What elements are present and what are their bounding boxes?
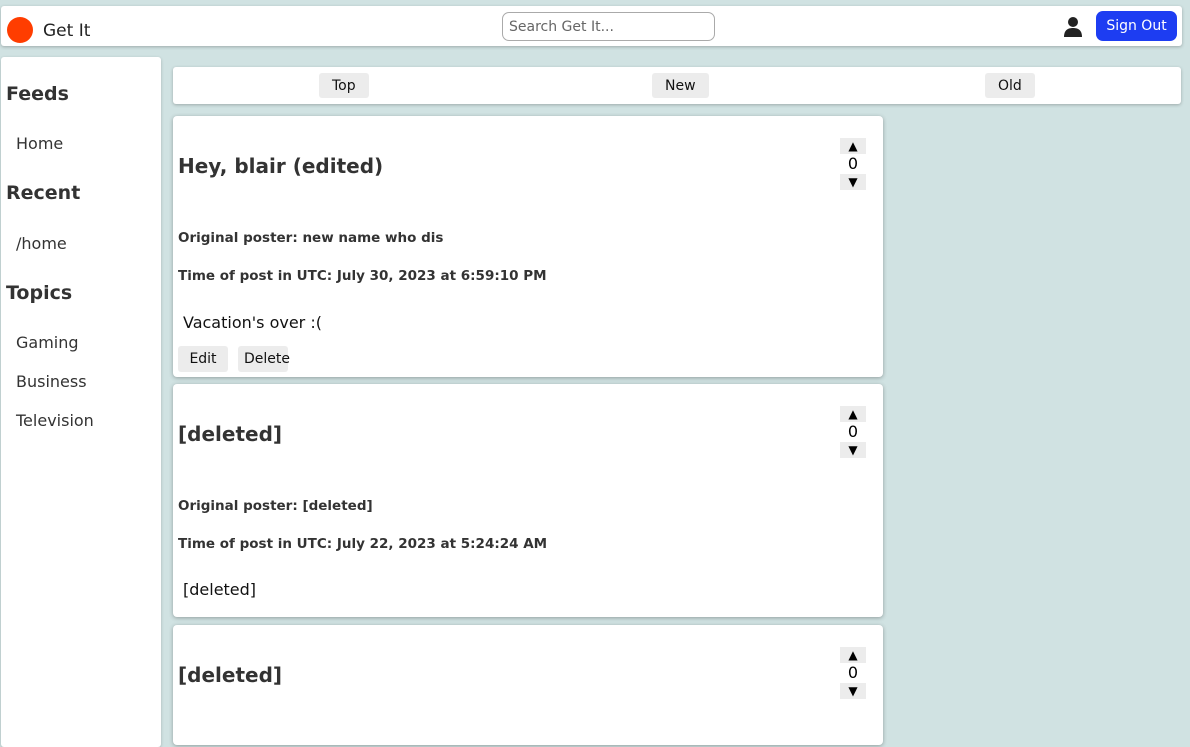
sort-top-button[interactable]: Top bbox=[319, 73, 369, 98]
sidebar-item-home[interactable]: Home bbox=[16, 134, 63, 153]
post-author: Original poster: new name who dis bbox=[178, 230, 444, 246]
post-title[interactable]: [deleted] bbox=[178, 422, 282, 446]
search-input[interactable] bbox=[502, 12, 715, 41]
sort-bar: Top New Old bbox=[173, 67, 1181, 104]
post-card: [deleted] ▲ 0 ▼ bbox=[173, 625, 883, 745]
user-icon[interactable] bbox=[1063, 16, 1083, 38]
logo-icon[interactable] bbox=[7, 17, 33, 43]
recent-heading: Recent bbox=[6, 182, 81, 204]
vote-count: 0 bbox=[847, 154, 859, 173]
post-body: Vacation's over :( bbox=[183, 313, 322, 332]
delete-button[interactable]: Delete bbox=[238, 346, 290, 372]
sidebar-item-television[interactable]: Television bbox=[16, 411, 94, 430]
topics-heading: Topics bbox=[6, 282, 73, 304]
post-timestamp: Time of post in UTC: July 22, 2023 at 5:… bbox=[178, 536, 548, 552]
edit-button[interactable]: Edit bbox=[178, 346, 228, 372]
upvote-button[interactable]: ▲ bbox=[840, 647, 866, 663]
post-timestamp: Time of post in UTC: July 30, 2023 at 6:… bbox=[178, 268, 547, 284]
vote-widget: ▲ 0 ▼ bbox=[840, 647, 866, 699]
feeds-heading: Feeds bbox=[6, 83, 69, 105]
downvote-button[interactable]: ▼ bbox=[840, 442, 866, 458]
sidebar-item-business[interactable]: Business bbox=[16, 372, 87, 391]
post-author: Original poster: [deleted] bbox=[178, 498, 373, 514]
vote-count: 0 bbox=[847, 422, 859, 441]
sign-out-button[interactable]: Sign Out bbox=[1096, 11, 1177, 41]
vote-widget: ▲ 0 ▼ bbox=[840, 138, 866, 190]
top-navbar: Get It Sign Out bbox=[1, 6, 1182, 46]
sidebar-item-gaming[interactable]: Gaming bbox=[16, 333, 79, 352]
post-card: [deleted] ▲ 0 ▼ Original poster: [delete… bbox=[173, 384, 883, 617]
sort-old-button[interactable]: Old bbox=[985, 73, 1035, 98]
downvote-button[interactable]: ▼ bbox=[840, 683, 866, 699]
post-title[interactable]: [deleted] bbox=[178, 663, 282, 687]
sidebar: Feeds Home Recent /home Topics Gaming Bu… bbox=[1, 57, 161, 747]
brand-name[interactable]: Get It bbox=[43, 21, 90, 41]
upvote-button[interactable]: ▲ bbox=[840, 138, 866, 154]
post-title[interactable]: Hey, blair (edited) bbox=[178, 154, 383, 178]
upvote-button[interactable]: ▲ bbox=[840, 406, 866, 422]
post-card: Hey, blair (edited) ▲ 0 ▼ Original poste… bbox=[173, 116, 883, 377]
downvote-button[interactable]: ▼ bbox=[840, 174, 866, 190]
post-body: [deleted] bbox=[183, 580, 257, 599]
vote-count: 0 bbox=[847, 663, 859, 682]
vote-widget: ▲ 0 ▼ bbox=[840, 406, 866, 458]
sidebar-item-recent-home[interactable]: /home bbox=[16, 234, 67, 253]
sort-new-button[interactable]: New bbox=[652, 73, 709, 98]
